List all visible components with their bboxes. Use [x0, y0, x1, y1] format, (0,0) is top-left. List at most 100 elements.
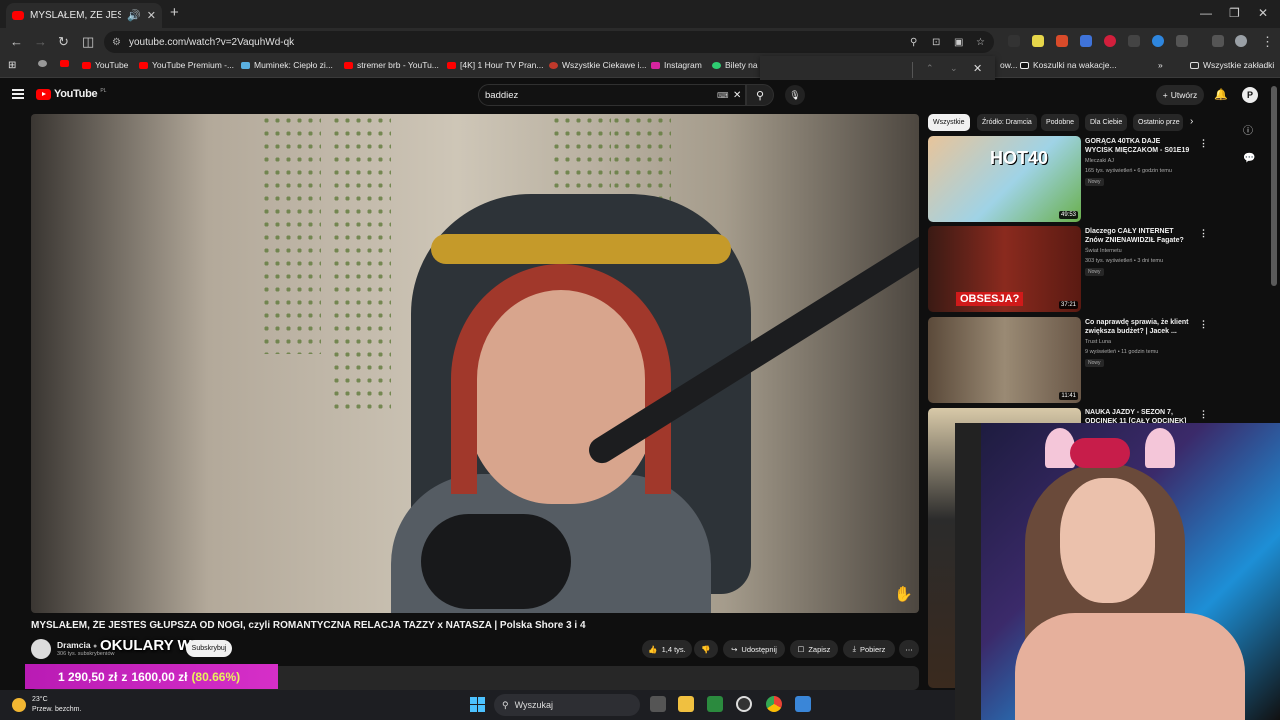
share-button[interactable]: ↪ Udostępnij [723, 640, 785, 658]
bookmark-stremer-brb[interactable]: stremer brb - YouTu... [344, 60, 439, 70]
file-explorer-icon[interactable] [678, 696, 694, 712]
sidebar-video-channel[interactable]: Świat Internetu [1085, 248, 1122, 254]
channel-name[interactable]: Dramcia ● [57, 640, 97, 650]
create-button[interactable]: + Utwórz [1156, 85, 1204, 105]
find-prev-icon[interactable]: ⌃ [926, 63, 934, 74]
bookmark-youtube-premium[interactable]: YouTube Premium -... [139, 60, 234, 70]
install-app-icon[interactable]: ⊡ [932, 37, 940, 48]
extension-2-icon[interactable] [1032, 35, 1044, 47]
tab-close-icon[interactable]: ✕ [147, 9, 156, 22]
bookmark-icon-only-2[interactable] [60, 60, 69, 67]
save-button[interactable]: ☐ Zapisz [790, 640, 838, 658]
chip-for-you[interactable]: Dla Ciebie [1085, 114, 1128, 131]
video-more-icon[interactable]: ⋮ [1199, 409, 1208, 420]
video-player[interactable]: ✋ [31, 114, 919, 613]
channel-avatar[interactable] [31, 639, 51, 659]
bookmark-star-icon[interactable]: ☆ [976, 37, 985, 48]
bookmark-tv-pranks[interactable]: [4K] 1 Hour TV Pran... [447, 60, 543, 70]
sidebar-video-title[interactable]: GORĄCA 40TKA DAJE WYCISK MIĘCZAKOM - S01… [1085, 137, 1190, 155]
window-close-icon[interactable]: ✕ [1258, 6, 1268, 20]
sidebar-video-channel[interactable]: Trust Luna [1085, 339, 1111, 345]
tab-audio-icon[interactable]: 🔊 [127, 9, 141, 22]
extension-6-icon[interactable] [1128, 35, 1140, 47]
sidebar-video-title[interactable]: Dlaczego CAŁY INTERNET Znów ZNIENAWIDZIŁ… [1085, 227, 1190, 245]
app-icon[interactable] [736, 696, 752, 712]
sidebar-video-channel[interactable]: Mleczaki AJ [1085, 158, 1114, 164]
download-button[interactable]: ⤓ Pobierz [843, 640, 895, 658]
extensions-puzzle-icon[interactable] [1176, 35, 1188, 47]
all-bookmarks-folder[interactable]: Wszystkie zakładki [1190, 60, 1274, 70]
back-icon[interactable]: ← [10, 34, 23, 49]
store-icon[interactable] [707, 696, 723, 712]
chat-icon[interactable]: 💬 [1243, 153, 1255, 164]
chips-next-icon[interactable]: › [1190, 116, 1193, 127]
bookmark-icon-only[interactable] [38, 60, 47, 67]
page-scrollbar[interactable] [1271, 86, 1277, 286]
reading-list-icon[interactable] [1212, 35, 1224, 47]
notepad-icon[interactable] [795, 696, 811, 712]
new-badge: Nowy [1085, 178, 1104, 186]
bookmarks-overflow-icon[interactable]: » [1158, 60, 1163, 70]
windows-start-icon[interactable] [470, 697, 485, 712]
bookmark-youtube[interactable]: YouTube [82, 60, 128, 70]
profile-icon[interactable] [1235, 35, 1247, 47]
weather-widget[interactable]: 23°C Przew. bezchm. [12, 695, 81, 715]
extension-4-icon[interactable] [1080, 35, 1092, 47]
dislike-button[interactable]: 👎 [694, 640, 718, 658]
donation-percent: (80.66%) [191, 669, 241, 684]
find-close-icon[interactable]: ✕ [973, 62, 982, 75]
video-thumbnail[interactable]: HOT40 49:53 [928, 136, 1081, 222]
video-more-icon[interactable]: ⋮ [1199, 138, 1208, 149]
chrome-icon[interactable] [766, 696, 782, 712]
new-badge: Nowy [1085, 359, 1104, 367]
apps-grid-icon[interactable]: ⊞ [8, 60, 16, 71]
taskbar-search[interactable]: ⚲ Wyszukaj [494, 694, 640, 716]
restore-icon[interactable]: ❐ [1229, 6, 1240, 20]
bookmark-muminek[interactable]: Muminek: Ciepło zi... [241, 60, 333, 70]
chip-recent[interactable]: Ostatnio prze [1133, 114, 1183, 131]
keyboard-icon[interactable]: ⌨ [717, 91, 729, 100]
voice-search-button[interactable]: 🎙 [785, 85, 805, 105]
extension-1-icon[interactable] [1008, 35, 1020, 47]
like-button[interactable]: 👍 1,4 tys. [642, 640, 692, 658]
chrome-menu-icon[interactable]: ⋮ [1261, 34, 1274, 50]
sidebar-video-title[interactable]: Co naprawdę sprawia, że klient zwiększa … [1085, 318, 1190, 336]
guide-menu-icon[interactable] [12, 89, 24, 99]
forward-icon[interactable]: → [34, 34, 47, 49]
video-more-icon[interactable]: ⋮ [1199, 228, 1208, 239]
filter-chips: Wszystkie Źródło: Dramcia Podobne Dla Ci… [928, 114, 1208, 131]
cast-icon[interactable]: ▣ [954, 37, 963, 48]
bookmark-ciekawe[interactable]: Wszystkie Ciekawe i... [549, 60, 647, 70]
bookmark-instagram[interactable]: Instagram [651, 60, 702, 70]
clear-search-icon[interactable]: ✕ [733, 90, 741, 101]
new-tab-icon[interactable]: + [170, 4, 179, 21]
task-view-icon[interactable] [650, 696, 666, 712]
site-info-icon[interactable]: ⚙ [112, 37, 121, 48]
browser-tab[interactable]: MYŚLAŁEM, ŻE JESTEŚ GŁUPSZA OD NOGI, czy… [6, 3, 162, 28]
more-actions-button[interactable]: ⋯ [899, 640, 919, 658]
youtube-logo[interactable]: YouTube PL [36, 88, 106, 100]
zoom-icon[interactable]: ⚲ [910, 37, 917, 48]
find-next-icon[interactable]: ⌄ [950, 63, 958, 74]
video-thumbnail[interactable]: 11:41 [928, 317, 1081, 403]
extension-5-icon[interactable] [1104, 35, 1116, 47]
search-button[interactable]: ⚲ [746, 84, 774, 106]
subscribe-button[interactable]: Subskrybuj [186, 640, 232, 657]
bookmark-bilety[interactable]: Bilety na [712, 60, 758, 70]
minimize-icon[interactable]: — [1200, 6, 1212, 20]
video-thumbnail[interactable]: OBSESJA? 37:21 [928, 226, 1081, 312]
account-avatar[interactable]: P [1242, 87, 1258, 103]
chip-source[interactable]: Źródło: Dramcia [977, 114, 1037, 131]
notifications-bell-icon[interactable]: 🔔 [1214, 88, 1228, 101]
reload-icon[interactable]: ↻ [58, 34, 69, 50]
extension-3-icon[interactable] [1056, 35, 1068, 47]
info-icon[interactable]: ⓘ [1243, 122, 1253, 137]
search-input[interactable]: baddiez ⌨ ✕ [478, 84, 746, 106]
video-more-icon[interactable]: ⋮ [1199, 319, 1208, 330]
address-bar[interactable]: ⚙ youtube.com/watch?v=2VaquhWd-qk ⚲ ⊡ ▣ … [104, 31, 994, 53]
bookmark-koszulki[interactable]: Koszulki na wakacje... [1020, 60, 1117, 70]
side-panel-icon[interactable]: ◫ [82, 34, 94, 50]
extension-7-icon[interactable] [1152, 35, 1164, 47]
chip-all[interactable]: Wszystkie [928, 114, 970, 131]
chip-similar[interactable]: Podobne [1041, 114, 1080, 131]
